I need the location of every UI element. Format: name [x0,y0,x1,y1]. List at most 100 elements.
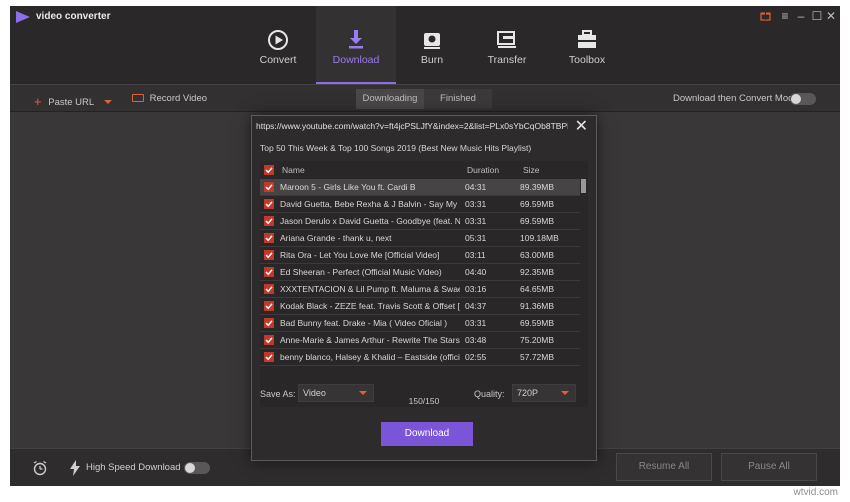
row-checkbox[interactable] [264,284,274,294]
tab-convert-label: Convert [259,54,297,66]
video-size: 57.72MB [520,352,555,362]
video-duration: 04:37 [465,301,487,311]
video-duration: 02:55 [465,352,487,362]
tab-downloading[interactable]: Downloading [356,89,424,109]
video-duration: 05:31 [465,233,487,243]
row-checkbox[interactable] [264,216,274,226]
tab-transfer[interactable]: Transfer [467,6,547,84]
video-duration: 04:31 [465,182,487,192]
video-duration: 03:31 [465,318,487,328]
paste-url-label: Paste URL [48,97,94,108]
close-icon[interactable]: ✕ [824,9,838,23]
column-header-size[interactable]: Size [523,161,540,179]
dialog-close-icon[interactable]: ✕ [575,116,588,136]
toolbox-icon [578,30,596,48]
video-name: Maroon 5 - Girls Like You ft. Cardi B [280,182,416,192]
video-size: 69.59MB [520,199,555,209]
quality-select[interactable]: 720P [512,384,576,402]
tab-toolbox-label: Toolbox [568,54,606,66]
video-duration: 04:40 [465,267,487,277]
table-scrollbar[interactable] [581,179,586,193]
resume-all-button[interactable]: Resume All [616,453,712,481]
quality-label: Quality: [474,389,505,399]
gift-icon[interactable] [760,10,771,21]
column-header-duration[interactable]: Duration [467,161,499,179]
table-row[interactable]: Maroon 5 - Girls Like You ft. Cardi B 04:… [260,179,580,196]
row-checkbox[interactable] [264,182,274,192]
save-as-select[interactable]: Video [298,384,374,402]
select-all-checkbox[interactable] [264,165,274,175]
table-row[interactable]: Anne-Marie & James Arthur - Rewrite The … [260,332,580,349]
video-duration: 03:11 [465,250,486,260]
video-name: Jason Derulo x David Guetta - Goodbye (f… [280,216,460,226]
playlist-title: Top 50 This Week & Top 100 Songs 2019 (B… [260,143,532,153]
tab-download-label: Download [332,54,380,66]
convert-icon [268,30,288,50]
video-duration: 03:48 [465,335,487,345]
video-size: 75.20MB [520,335,555,345]
table-row[interactable]: Ariana Grande - thank u, next 05:31 109.18… [260,230,580,247]
row-checkbox[interactable] [264,250,274,260]
playlist-url: https://www.youtube.com/watch?v=ft4jcPSL… [256,121,568,131]
row-checkbox[interactable] [264,199,274,209]
table-row[interactable]: Rita Ora - Let You Love Me [Official Vid… [260,247,580,264]
chevron-down-icon [561,391,569,395]
video-size: 89.39MB [520,182,555,192]
download-then-convert-toggle[interactable] [790,93,816,105]
row-checkbox[interactable] [264,318,274,328]
video-name: XXXTENTACION & Lil Pump ft. Maluma & Swa… [280,284,460,294]
high-speed-download-toggle[interactable] [184,462,210,474]
toolbar: + Paste URL Record Video Downloading Fin… [10,84,840,112]
row-checkbox[interactable] [264,233,274,243]
video-name: Ariana Grande - thank u, next [280,233,392,243]
tab-transfer-label: Transfer [487,54,527,66]
tab-download[interactable]: Download [316,6,396,84]
download-button[interactable]: Download [381,422,473,446]
record-video-button[interactable]: Record Video [132,93,207,104]
video-name: David Guetta, Bebe Rexha & J Balvin - Sa… [280,199,460,209]
paste-url-button[interactable]: + Paste URL [34,93,113,109]
chevron-down-icon [359,391,367,395]
maximize-icon[interactable]: ☐ [810,9,824,23]
chevron-down-icon[interactable] [104,100,113,104]
table-row[interactable]: David Guetta, Bebe Rexha & J Balvin - Sa… [260,196,580,213]
alarm-clock-icon[interactable] [32,460,48,476]
row-checkbox[interactable] [264,267,274,277]
video-name: benny blanco, Halsey & Khalid – Eastside… [280,352,460,362]
save-as-value: Video [303,388,326,398]
plus-icon: + [34,94,42,109]
transfer-icon [497,31,516,48]
high-speed-download-label: High Speed Download [86,462,181,473]
tab-convert[interactable]: Convert [238,6,318,84]
download-playlist-dialog: https://www.youtube.com/watch?v=ft4jcPSL… [251,115,597,461]
row-checkbox[interactable] [264,352,274,362]
burn-disc-icon [424,33,440,49]
video-duration: 03:31 [465,199,487,209]
play-logo-icon [16,11,30,23]
video-name: Kodak Black - ZEZE feat. Travis Scott & … [280,301,460,311]
tab-toolbox[interactable]: Toolbox [547,6,627,84]
table-row[interactable]: Bad Bunny feat. Drake - Mia ( Video Ofic… [260,315,580,332]
hamburger-icon[interactable]: ≡ [778,9,792,23]
table-row[interactable]: XXXTENTACION & Lil Pump ft. Maluma & Swa… [260,281,580,298]
minimize-icon[interactable]: – [794,9,808,23]
record-video-label: Record Video [149,93,208,104]
row-checkbox[interactable] [264,301,274,311]
table-row[interactable]: Jason Derulo x David Guetta - Goodbye (f… [260,213,580,230]
video-size: 109.18MB [520,233,559,243]
pause-all-button[interactable]: Pause All [721,453,817,481]
tab-burn[interactable]: Burn [392,6,472,84]
table-row[interactable]: Ed Sheeran - Perfect (Official Music Vid… [260,264,580,281]
video-duration: 03:31 [465,216,487,226]
table-row[interactable]: benny blanco, Halsey & Khalid – Eastside… [260,349,580,366]
download-icon [349,30,363,49]
app-title: video converter [36,11,111,22]
camera-icon [132,94,144,102]
video-name: Ed Sheeran - Perfect (Official Music Vid… [280,267,442,277]
tab-finished[interactable]: Finished [424,89,492,109]
row-checkbox[interactable] [264,335,274,345]
column-header-name[interactable]: Name [282,161,305,179]
video-name: Anne-Marie & James Arthur - Rewrite The … [280,335,460,345]
table-row[interactable]: Kodak Black - ZEZE feat. Travis Scott & … [260,298,580,315]
video-name: Bad Bunny feat. Drake - Mia ( Video Ofic… [280,318,448,328]
